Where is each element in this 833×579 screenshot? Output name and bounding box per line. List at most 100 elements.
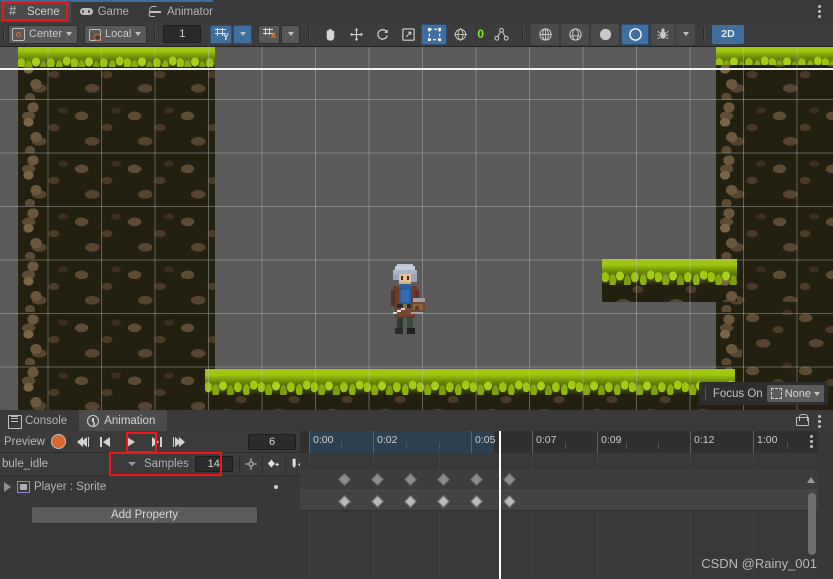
toolbar-divider bbox=[154, 26, 156, 42]
snap-magnet-icon: ∧ bbox=[270, 30, 277, 40]
move-tool-button[interactable] bbox=[343, 24, 369, 45]
grid-axis-dropdown[interactable] bbox=[233, 24, 253, 44]
transform-tool-button[interactable] bbox=[447, 24, 473, 45]
chevron-down-icon bbox=[287, 32, 294, 36]
focus-divider bbox=[704, 387, 706, 400]
focus-on-label: Focus On bbox=[712, 387, 763, 400]
keyframe-row[interactable] bbox=[300, 469, 818, 490]
timeline-playhead[interactable] bbox=[499, 431, 501, 579]
focus-selection-label: None bbox=[784, 387, 811, 400]
rotate-tool-button[interactable] bbox=[369, 24, 395, 45]
keyframe[interactable] bbox=[371, 495, 384, 508]
tab-animation[interactable]: Animation bbox=[79, 410, 168, 431]
scroll-up-arrow[interactable] bbox=[807, 477, 815, 483]
joint-icon bbox=[493, 27, 509, 41]
scene-horizon-line bbox=[0, 68, 833, 70]
keyframe[interactable] bbox=[503, 473, 516, 486]
keyframe[interactable] bbox=[437, 473, 450, 486]
tab-console[interactable]: Console bbox=[0, 410, 79, 431]
gizmos-visibility-button[interactable] bbox=[561, 23, 590, 45]
toolbar-divider bbox=[308, 26, 310, 42]
selection-box-icon bbox=[770, 388, 782, 399]
scale-icon bbox=[402, 27, 415, 41]
expand-arrow-icon[interactable] bbox=[4, 482, 11, 492]
property-row-label: Player : Sprite bbox=[34, 481, 107, 493]
samples-label: Samples bbox=[144, 458, 189, 470]
grid-axis-button[interactable]: Y bbox=[210, 24, 233, 44]
handle-space-label: Local bbox=[105, 28, 132, 40]
scene-toolbar: Center Local 1 Y ∧ 0 2D bbox=[0, 22, 833, 47]
focus-selection-dropdown[interactable]: None bbox=[766, 385, 824, 402]
skip-to-start-icon[interactable] bbox=[72, 432, 94, 452]
keyframe[interactable] bbox=[404, 473, 417, 486]
samples-input[interactable]: 14 bbox=[194, 456, 233, 472]
keyframe[interactable] bbox=[338, 473, 351, 486]
keyframe[interactable] bbox=[371, 473, 384, 486]
hand-tool-button[interactable] bbox=[317, 24, 343, 45]
lock-icon[interactable] bbox=[796, 414, 809, 426]
snap-dropdown[interactable] bbox=[281, 24, 301, 44]
kebab-menu-icon[interactable] bbox=[806, 434, 816, 450]
keyframe[interactable] bbox=[503, 495, 516, 508]
fill-light-button[interactable] bbox=[591, 23, 620, 45]
animation-playback-controls: Preview 6 bbox=[0, 431, 320, 453]
kebab-menu-icon[interactable] bbox=[812, 3, 826, 19]
kebab-menu-icon[interactable] bbox=[812, 413, 826, 429]
player-character-sprite[interactable] bbox=[385, 262, 425, 338]
step-forward-icon[interactable] bbox=[146, 432, 168, 452]
hand-icon bbox=[326, 28, 335, 41]
shading-mode-button[interactable] bbox=[531, 23, 560, 45]
pivot-mode-dropdown[interactable]: Center bbox=[8, 24, 79, 44]
gamepad-icon bbox=[79, 5, 93, 18]
add-property-button[interactable]: Add Property bbox=[31, 506, 258, 524]
current-frame-input[interactable]: 6 bbox=[248, 434, 296, 450]
add-keyframe-icon[interactable] bbox=[240, 454, 262, 475]
tile-rock-edge-right bbox=[716, 47, 742, 382]
keyframe-row[interactable] bbox=[300, 490, 818, 511]
add-event-icon[interactable] bbox=[263, 454, 285, 475]
tab-scene-label: Scene bbox=[27, 5, 60, 18]
scene-viewport[interactable]: Focus On None bbox=[0, 47, 833, 410]
tab-animator-label: Animator bbox=[166, 5, 213, 18]
rect-tool-button[interactable] bbox=[421, 23, 448, 45]
chevron-down-icon bbox=[239, 32, 246, 36]
tab-game[interactable]: Game bbox=[71, 1, 140, 22]
tab-scene[interactable]: Scene bbox=[0, 1, 71, 22]
scale-tool-button[interactable] bbox=[395, 24, 421, 45]
preview-label: Preview bbox=[4, 435, 45, 448]
tick-label: 0:09 bbox=[601, 434, 622, 446]
rotate-icon bbox=[377, 28, 388, 40]
keyframe-indicator-dot[interactable] bbox=[274, 485, 278, 489]
keyframe[interactable] bbox=[338, 495, 351, 508]
tab-animator[interactable]: Animator bbox=[140, 1, 224, 22]
grid-size-input[interactable]: 1 bbox=[163, 25, 202, 43]
toolbar-divider bbox=[522, 26, 524, 42]
scrollbar-thumb[interactable] bbox=[807, 493, 816, 555]
scene-lighting-button[interactable] bbox=[621, 23, 650, 45]
clip-name-label: bule_idle bbox=[2, 458, 49, 470]
keyframe[interactable] bbox=[404, 495, 417, 508]
snap-grid-icon: ∧ bbox=[262, 27, 277, 41]
play-icon[interactable] bbox=[116, 432, 146, 452]
snap-value-badge: 0 bbox=[477, 27, 485, 41]
keyframe[interactable] bbox=[470, 473, 483, 486]
toggle-2d-button[interactable]: 2D bbox=[712, 24, 745, 44]
timeline-ruler[interactable]: 0:00 0:02 0:05 0:07 0:09 0:12 1:00 bbox=[300, 431, 818, 453]
audio-toggle-button[interactable] bbox=[651, 23, 676, 45]
effects-dropdown[interactable] bbox=[676, 23, 696, 45]
handle-space-dropdown[interactable]: Local bbox=[84, 24, 148, 44]
step-back-icon[interactable] bbox=[94, 432, 116, 452]
record-icon[interactable] bbox=[50, 434, 66, 449]
list-item[interactable]: Player : Sprite bbox=[0, 476, 300, 498]
pivot-mode-label: Center bbox=[29, 28, 63, 40]
skip-to-end-icon[interactable] bbox=[168, 432, 190, 452]
chevron-down-icon[interactable] bbox=[128, 462, 136, 466]
tab-game-label: Game bbox=[97, 5, 129, 18]
unity-editor-window: Scene Game Animator Center Local 1 bbox=[0, 0, 833, 579]
tick-label: 0:12 bbox=[694, 434, 715, 446]
keyframe[interactable] bbox=[470, 495, 483, 508]
snap-increment-button[interactable]: ∧ bbox=[258, 24, 281, 44]
grid-axis-label: Y bbox=[222, 32, 229, 42]
custom-tool-button[interactable] bbox=[488, 24, 514, 45]
keyframe[interactable] bbox=[437, 495, 450, 508]
